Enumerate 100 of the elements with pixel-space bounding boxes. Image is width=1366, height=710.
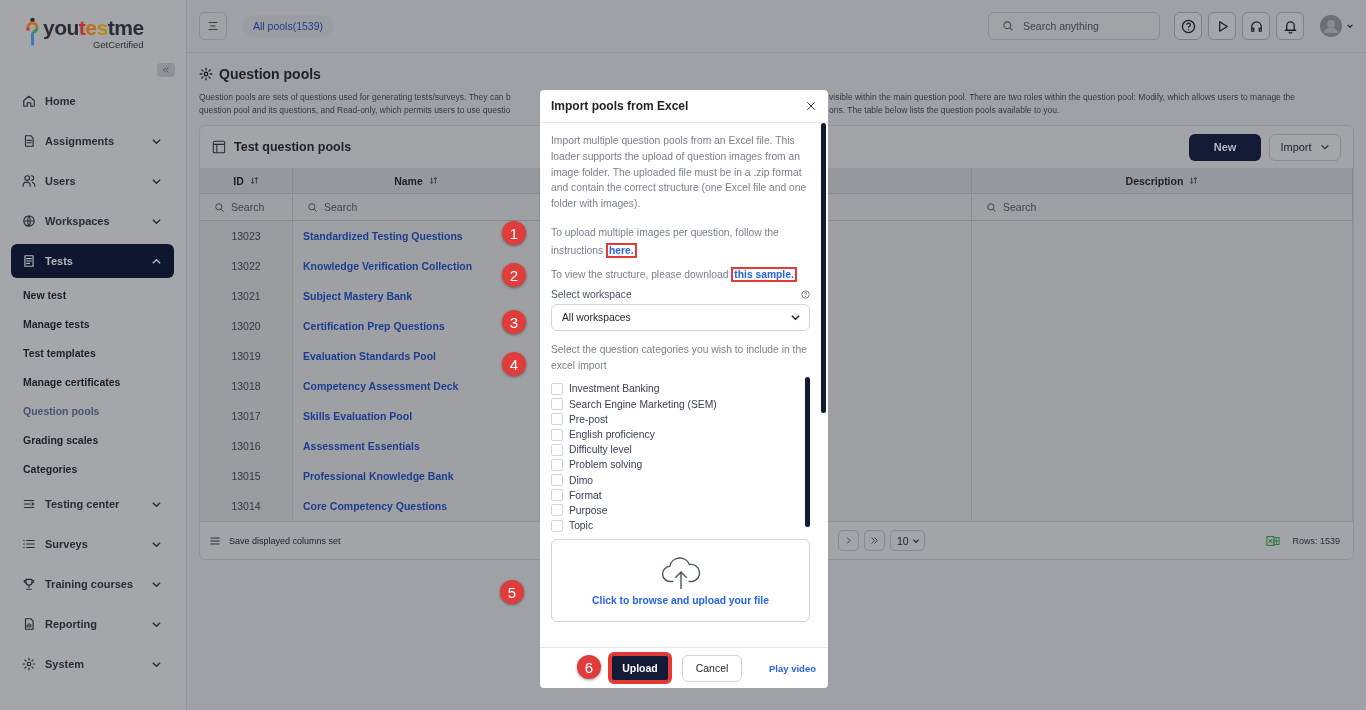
last-page-button[interactable]: [864, 530, 885, 551]
column-search-field[interactable]: Search: [1003, 201, 1053, 213]
id-cell: 13014: [200, 491, 293, 521]
pool-name-link[interactable]: Professional Knowledge Bank: [303, 470, 454, 482]
instructions-link[interactable]: here.: [605, 243, 637, 258]
cancel-button[interactable]: Cancel: [681, 654, 742, 682]
category-checkbox[interactable]: Topic: [551, 518, 805, 534]
scrollbar-thumb[interactable]: [805, 377, 810, 528]
caret-icon: [1346, 22, 1354, 30]
user-avatar[interactable]: [1320, 15, 1342, 37]
double-chevron-left-icon: [161, 65, 171, 75]
nav-item[interactable]: Reporting: [11, 607, 174, 641]
column-header[interactable]: Name: [394, 174, 423, 187]
sample-download-link[interactable]: this sample.: [731, 267, 797, 282]
new-button[interactable]: New: [1189, 133, 1261, 161]
category-checkbox[interactable]: Search Engine Marketing (SEM): [551, 396, 805, 412]
help-button[interactable]: [1174, 12, 1202, 40]
dialog-title: Import pools from Excel: [551, 99, 689, 113]
pool-count-chip[interactable]: All pools(1539): [243, 15, 334, 37]
document-icon: [22, 134, 36, 148]
category-checkbox[interactable]: Format: [551, 487, 805, 503]
collapse-sidebar-button[interactable]: [157, 63, 175, 77]
excel-export-icon[interactable]: [1266, 533, 1281, 548]
id-cell: 13017: [200, 401, 293, 431]
id-cell: 13018: [200, 371, 293, 401]
id-cell: 13023: [200, 221, 293, 251]
nav-subitem[interactable]: Categories: [0, 455, 186, 484]
play-button[interactable]: [1208, 12, 1236, 40]
column-header[interactable]: Description: [1125, 174, 1184, 187]
pool-name-link[interactable]: Standardized Testing Questions: [303, 230, 463, 242]
pool-name-link[interactable]: Assessment Essentials: [303, 440, 420, 452]
nav-item[interactable]: Users: [11, 164, 174, 198]
users-icon: [22, 174, 36, 188]
category-checkbox[interactable]: Purpose: [551, 502, 805, 519]
chart-document-icon: [22, 617, 36, 631]
column-search-field[interactable]: Search: [324, 201, 374, 213]
upload-button[interactable]: Upload: [610, 654, 670, 682]
search-icon: [1002, 20, 1014, 32]
id-cell: 13015: [200, 461, 293, 491]
home-icon: [22, 94, 36, 108]
logo-wordmark: youtestme: [43, 16, 144, 40]
nav-subitem[interactable]: Question pools: [0, 397, 186, 426]
menu-button[interactable]: [199, 12, 227, 40]
category-checkbox[interactable]: Dimo: [551, 472, 805, 488]
upload-dropzone[interactable]: Click to browse and upload your file: [551, 539, 810, 623]
id-cell: 13021: [200, 281, 293, 311]
nav-item[interactable]: Assignments: [11, 124, 174, 158]
save-columns-link[interactable]: Save displayed columns set: [229, 535, 341, 546]
category-checkbox[interactable]: Problem solving: [551, 457, 805, 473]
scrollbar-thumb[interactable]: [821, 123, 826, 413]
nav-subitem[interactable]: Grading scales: [0, 426, 186, 455]
pool-name-link[interactable]: Competency Assessment Deck: [303, 380, 459, 392]
play-video-link[interactable]: Play video: [769, 662, 816, 674]
page-size-select[interactable]: 10: [890, 530, 925, 551]
help-icon[interactable]: [801, 289, 810, 299]
sort-icon[interactable]: [249, 176, 259, 185]
page-title: Question pools: [219, 66, 321, 82]
trophy-icon: [22, 577, 36, 591]
pool-name-link[interactable]: Knowledge Verification Collection: [303, 260, 473, 272]
description-text: question pool and its questions, and Read-only, which permits users to use questio: [199, 104, 512, 117]
pool-name-link[interactable]: Skills Evaluation Pool: [303, 410, 413, 422]
sort-icon[interactable]: [1189, 176, 1199, 185]
list-arrow-icon: [22, 497, 36, 511]
close-button[interactable]: [804, 99, 818, 113]
nav-subitem[interactable]: Test templates: [0, 339, 186, 368]
search-field[interactable]: Search anything: [988, 12, 1160, 40]
category-checkbox[interactable]: Pre-post: [551, 411, 805, 427]
card-title: Test question pools: [234, 140, 352, 154]
pool-name-link[interactable]: Core Competency Questions: [303, 500, 448, 512]
nav-item[interactable]: System: [11, 647, 174, 681]
column-header[interactable]: ID: [233, 174, 244, 187]
nav-item[interactable]: Training courses: [11, 567, 174, 601]
sort-icon[interactable]: [428, 176, 438, 185]
notifications-button[interactable]: [1276, 12, 1304, 40]
headset-icon: [1248, 18, 1264, 34]
cloud-upload-icon: [659, 555, 702, 590]
nav-subitem[interactable]: New test: [0, 281, 186, 310]
field-label: Select workspace: [551, 288, 632, 300]
nav-item[interactable]: Surveys: [11, 527, 174, 561]
nav-item[interactable]: Workspaces: [11, 204, 174, 238]
headset-button[interactable]: [1242, 12, 1270, 40]
nav-item[interactable]: Home: [11, 84, 174, 118]
nav-item[interactable]: Tests: [11, 244, 174, 278]
column-search-field[interactable]: Search: [231, 201, 281, 213]
next-page-button[interactable]: [838, 530, 859, 551]
pool-name-link[interactable]: Subject Mastery Bank: [303, 290, 413, 302]
nav-subitem[interactable]: Manage tests: [0, 310, 186, 339]
chevron-down-icon: [911, 536, 920, 545]
pool-name-link[interactable]: Certification Prep Questions: [303, 320, 445, 332]
settings-icon: [22, 657, 36, 671]
menu-icon: [206, 19, 220, 33]
import-dropdown-button[interactable]: Import: [1269, 133, 1341, 161]
category-checkbox[interactable]: Difficulty level: [551, 442, 805, 458]
pool-name-link[interactable]: Evaluation Standards Pool: [303, 350, 437, 362]
description-text: ons. The table below lists the question pools available to you.: [829, 104, 1061, 117]
category-checkbox[interactable]: English proficiency: [551, 426, 805, 443]
workspace-select[interactable]: All workspaces: [551, 303, 810, 331]
category-checkbox[interactable]: Investment Banking: [551, 381, 805, 397]
nav-subitem[interactable]: Manage certificates: [0, 368, 186, 397]
nav-item[interactable]: Testing center: [11, 487, 174, 521]
